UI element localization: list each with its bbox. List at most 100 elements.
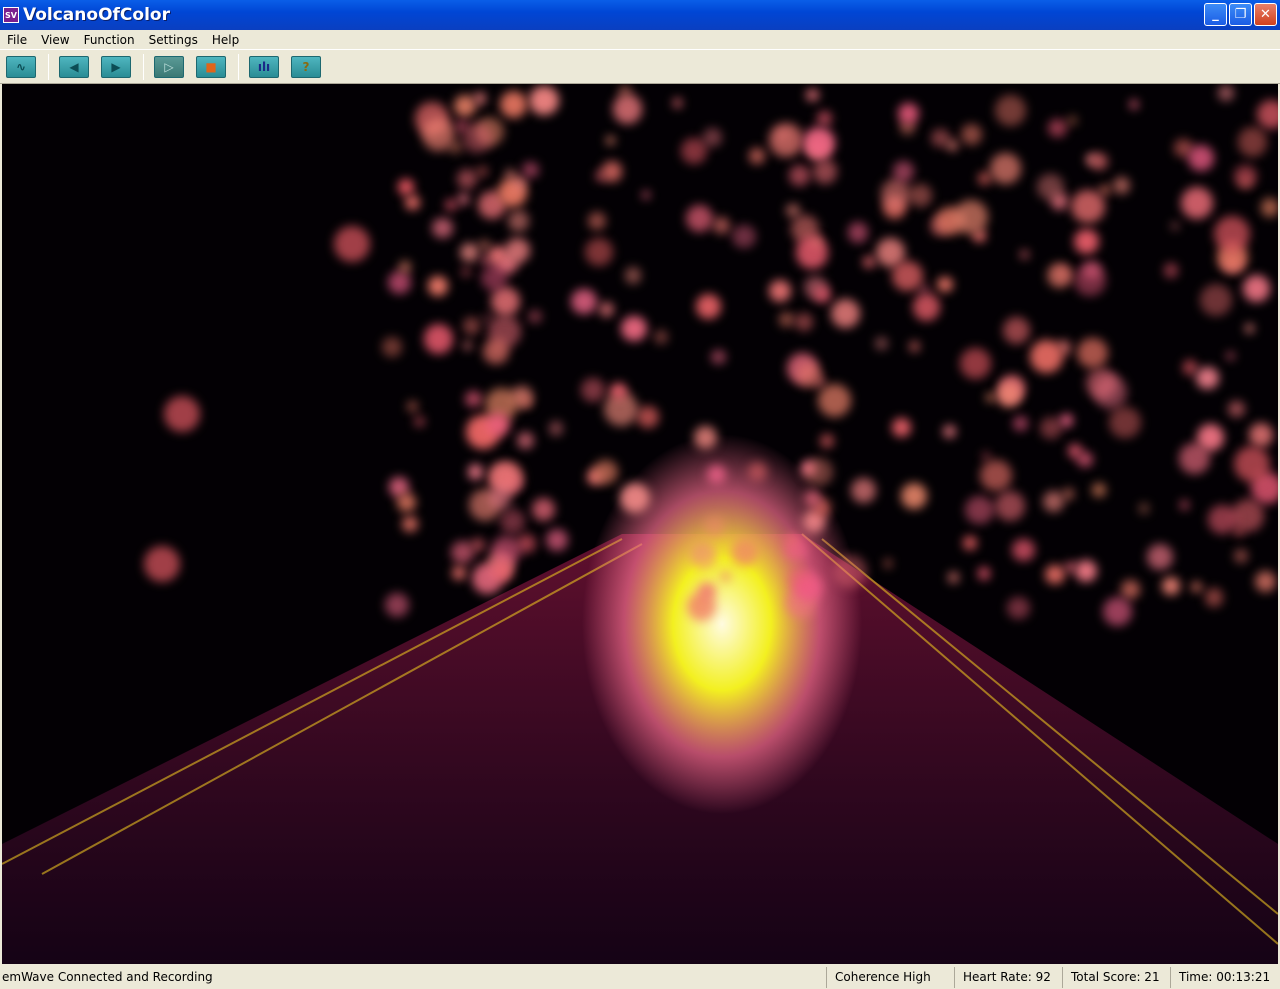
ember-particle <box>427 275 448 296</box>
chart-button[interactable]: ılı <box>249 56 279 78</box>
stop-button[interactable]: ■ <box>196 56 226 78</box>
toolbar-separator <box>143 54 144 80</box>
ember-particle <box>1260 198 1278 217</box>
ember-particle <box>588 212 607 230</box>
ember-particle <box>457 193 470 205</box>
ember-particle <box>748 462 767 481</box>
ember-particle <box>712 217 730 235</box>
ember-particle <box>1019 250 1029 260</box>
connection-status: emWave Connected and Recording <box>2 970 213 984</box>
ember-particle <box>499 508 525 535</box>
ember-particle <box>769 123 803 157</box>
menu-settings[interactable]: Settings <box>142 33 205 47</box>
ember-particle <box>468 464 484 480</box>
ember-particle <box>334 226 370 262</box>
time-status: Time: 00:13:21 <box>1170 967 1280 988</box>
play-button[interactable]: ▷ <box>154 56 184 78</box>
ember-particle <box>803 490 821 508</box>
ember-particle <box>942 424 956 438</box>
ember-particle <box>883 559 893 568</box>
next-button[interactable]: ▶ <box>101 56 131 78</box>
ember-particle <box>612 93 643 124</box>
restore-button[interactable]: ❐ <box>1229 3 1252 26</box>
ember-particle <box>1003 316 1031 344</box>
ember-particle <box>1073 263 1106 296</box>
ember-particle <box>685 204 713 232</box>
ember-particle <box>719 571 731 583</box>
ember-particle <box>1112 176 1130 194</box>
ember-particle <box>1059 414 1073 428</box>
total-score-status: Total Score: 21 <box>1062 967 1170 988</box>
menu-bar: File View Function Settings Help <box>0 30 1280 50</box>
ember-particle <box>1232 499 1265 532</box>
ember-particle <box>1180 186 1214 219</box>
ember-particle <box>804 457 833 487</box>
ember-particle <box>702 127 722 147</box>
ember-particle <box>695 293 721 320</box>
toolbar-separator <box>238 54 239 80</box>
status-bar: emWave Connected and Recording Coherence… <box>0 966 1280 989</box>
ember-particle <box>749 148 765 164</box>
ember-particle <box>997 383 1021 407</box>
ember-particle <box>453 94 476 117</box>
ember-particle <box>462 316 481 335</box>
ember-particle <box>465 390 482 408</box>
ember-particle <box>489 486 512 509</box>
menu-help[interactable]: Help <box>205 33 246 47</box>
close-button[interactable]: ✕ <box>1254 3 1277 26</box>
ember-particle <box>1204 588 1224 607</box>
ember-particle <box>1245 324 1254 333</box>
ember-particle <box>936 276 953 293</box>
minimize-button[interactable]: _ <box>1204 3 1227 26</box>
ember-particle <box>1196 366 1219 390</box>
coherence-status: Coherence High <box>826 967 954 988</box>
ember-particle <box>1109 406 1141 439</box>
menu-file[interactable]: File <box>0 33 34 47</box>
ember-particle <box>422 117 456 151</box>
ember-particle <box>1233 548 1248 563</box>
ember-particle <box>1237 127 1268 157</box>
ember-particle <box>405 194 421 210</box>
ember-particle <box>479 240 490 250</box>
ember-particle <box>891 417 911 437</box>
ember-particle <box>817 384 851 418</box>
ember-particle <box>1076 337 1108 369</box>
ember-particle <box>900 482 928 509</box>
menu-view[interactable]: View <box>34 33 76 47</box>
ember-particle <box>593 459 618 485</box>
waveform-button[interactable]: ∿ <box>6 56 36 78</box>
ember-particle <box>654 329 669 344</box>
ember-particle <box>959 347 991 379</box>
title-bar: SV VolcanoOfColor _ ❐ ✕ <box>0 0 1280 30</box>
ember-particle <box>1011 538 1035 562</box>
ember-particle <box>1243 274 1271 302</box>
ember-particle <box>893 161 915 182</box>
ember-particle <box>1030 339 1063 373</box>
ember-particle <box>892 260 923 292</box>
ember-particle <box>994 95 1026 127</box>
ember-particle <box>875 337 888 350</box>
help-button[interactable]: ? <box>291 56 321 78</box>
ember-particle <box>1065 562 1076 573</box>
ember-particle <box>396 492 416 512</box>
ember-particle <box>812 236 822 247</box>
ember-particle <box>965 495 994 524</box>
heart-rate-status: Heart Rate: 92 <box>954 967 1062 988</box>
ember-particle <box>473 92 487 105</box>
ember-particle <box>1249 422 1274 447</box>
ember-particle <box>850 477 876 503</box>
ember-particle <box>1199 283 1233 316</box>
ember-particle <box>1047 263 1072 288</box>
ember-particle <box>1090 152 1108 170</box>
ember-particle <box>508 210 530 232</box>
menu-function[interactable]: Function <box>77 33 142 47</box>
ember-particle <box>704 515 726 537</box>
ember-particle <box>953 200 988 234</box>
previous-button[interactable]: ◀ <box>59 56 89 78</box>
ember-particle <box>1062 488 1075 500</box>
ember-particle <box>1208 505 1237 534</box>
ember-particle <box>909 184 932 207</box>
toolbar-separator <box>48 54 49 80</box>
ember-particle <box>787 534 798 545</box>
ember-particle <box>980 459 1012 492</box>
